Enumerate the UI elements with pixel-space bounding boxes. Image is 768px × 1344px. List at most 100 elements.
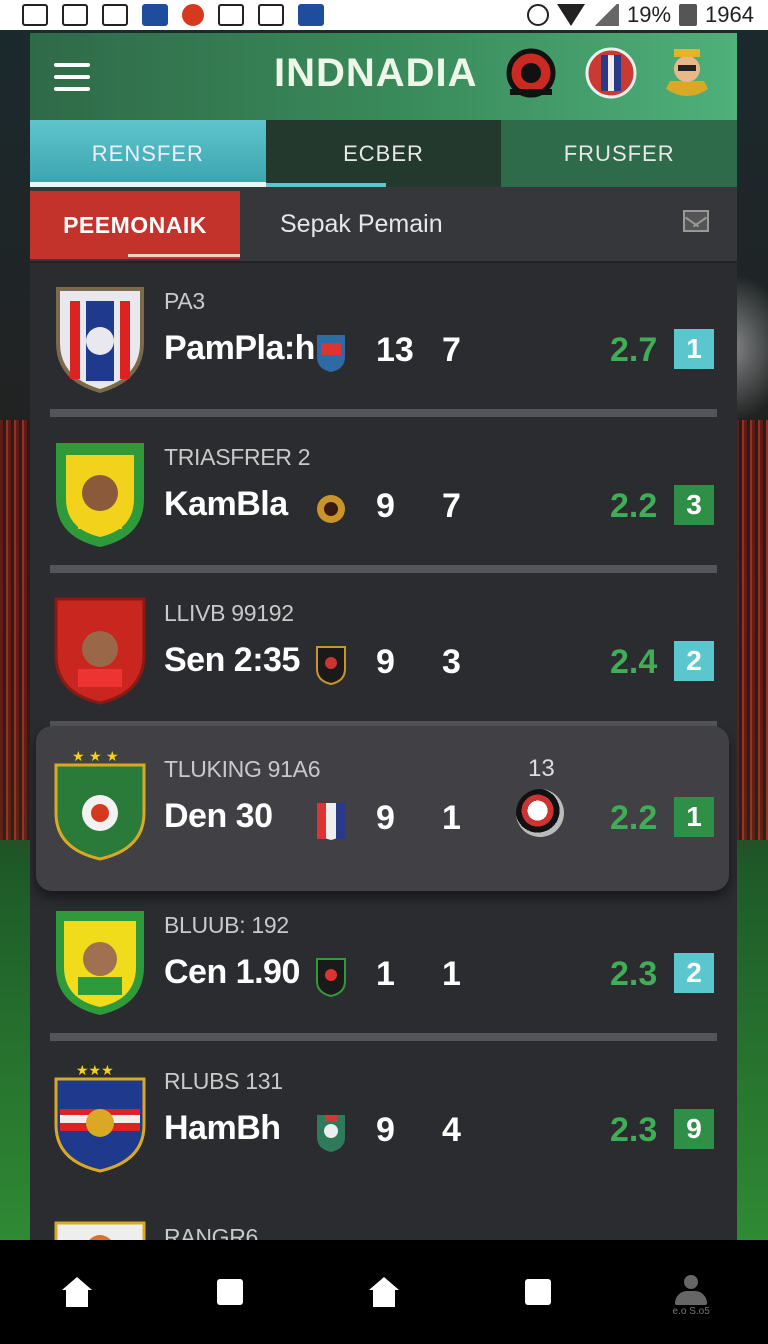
league-label: BLUUB: 192 (164, 912, 289, 938)
team-name: HamBh (164, 1109, 281, 1147)
club-crest-gold-icon[interactable] (660, 45, 714, 101)
square-icon (524, 1279, 551, 1305)
tab-rensfer[interactable]: RENSFER (30, 120, 266, 187)
league-label: RANGR6 (164, 1224, 259, 1240)
inbox-notification-icon (102, 4, 128, 26)
home-icon (368, 1277, 399, 1307)
player-list: PA3 PamPla:h 13 7 2.7 1 TRIASFRER 2 KamB… (30, 263, 737, 1240)
score-home: 1 (376, 955, 395, 993)
signal-icon (593, 4, 619, 26)
clock: 1964 (705, 2, 754, 27)
rank-badge: 9 (674, 1109, 714, 1149)
team-name: PamPla:h (164, 329, 315, 367)
row-divider (50, 409, 717, 417)
rank-badge: 1 (674, 329, 714, 369)
team-name: KamBla (164, 485, 288, 523)
list-item[interactable]: BLUUB: 192 Cen 1.90 1 1 2.3 2 (30, 887, 737, 1043)
tab-ecber[interactable]: ECBER (265, 120, 502, 187)
status-bar: 19% 1964 (0, 0, 768, 30)
score-home: 9 (376, 799, 395, 837)
shield-notification-icon (298, 4, 324, 26)
tab-bar: RENSFER ECBER FRUSFER (30, 120, 737, 187)
opponent-crest-icon (317, 335, 345, 372)
minute-label: 13 (528, 755, 555, 782)
mail-icon[interactable] (683, 210, 709, 232)
team-crest-icon (56, 287, 144, 393)
rating-value: 2.2 (610, 487, 658, 525)
rating-value: 2.4 (610, 643, 658, 681)
score-away: 1 (442, 955, 461, 993)
badge-notification-icon (182, 4, 204, 26)
battery-icon (679, 4, 698, 26)
filter-bar: PEEMONAIK Sepak Pemain (30, 187, 737, 263)
profile-icon (675, 1275, 708, 1309)
league-label: TLUKING 91A6 (164, 756, 321, 782)
rank-badge: 2 (674, 641, 714, 681)
list-item[interactable]: LLIVB 99192 Sen 2:35 9 3 2.4 2 (30, 575, 737, 731)
club-crest-red-icon[interactable] (504, 45, 558, 101)
row-divider (50, 1033, 717, 1041)
list-item[interactable]: ★★★ RLUBS 131 HamBh 9 4 2.3 9 (30, 1043, 737, 1199)
filter-active-button[interactable]: PEEMONAIK (30, 191, 240, 259)
filter-label: Sepak Pemain (280, 209, 443, 238)
score-away: 7 (442, 331, 461, 369)
league-label: RLUBS 131 (164, 1068, 283, 1094)
league-label: TRIASFRER 2 (164, 444, 311, 470)
soccer-ball-icon (516, 789, 564, 837)
nav-item-4[interactable] (461, 1240, 615, 1344)
score-home: 9 (376, 487, 395, 525)
team-crest-icon: ★ ★ ★ (54, 751, 146, 861)
league-label: PA3 (164, 288, 205, 314)
rank-badge: 2 (674, 953, 714, 993)
rating-value: 2.2 (610, 799, 658, 837)
score-away: 7 (442, 487, 461, 525)
nav-item-2[interactable] (154, 1240, 308, 1344)
opponent-crest-icon (317, 495, 345, 523)
image-notification-icon (22, 4, 48, 26)
svg-text:★ ★ ★: ★ ★ ★ (72, 751, 119, 765)
team-crest-icon (56, 443, 144, 547)
home-icon (61, 1277, 92, 1307)
score-away: 1 (442, 799, 461, 837)
rank-badge: 1 (674, 797, 714, 837)
team-name: Sen 2:35 (164, 641, 300, 679)
club-crest-blue-red-icon[interactable] (584, 45, 638, 101)
nav-profile[interactable]: e.o S.o5 (614, 1240, 768, 1344)
wifi-icon (557, 4, 585, 26)
app-title: INDNADIA (274, 51, 478, 95)
league-label: LLIVB 99192 (164, 600, 294, 626)
score-away: 4 (442, 1111, 461, 1149)
rating-value: 2.3 (610, 1111, 658, 1149)
square-icon (217, 1279, 244, 1305)
score-home: 9 (376, 1111, 395, 1149)
profile-caption: e.o S.o5 (672, 1306, 710, 1317)
bottom-navigation: e.o S.o5 (0, 1240, 768, 1344)
app-panel: INDNADIA RENSFER ECBER FRUSFER PEEMONAIK… (30, 33, 737, 1240)
list-item[interactable]: TRIASFRER 2 KamBla 9 7 2.2 3 (30, 419, 737, 575)
nav-home[interactable] (0, 1240, 154, 1344)
team-name: Cen 1.90 (164, 953, 300, 991)
list-item[interactable]: RANGR6 (30, 1199, 737, 1240)
menu-icon[interactable] (54, 62, 90, 91)
opponent-crest-icon (316, 646, 346, 685)
rating-value: 2.3 (610, 955, 658, 993)
list-item[interactable]: PA3 PamPla:h 13 7 2.7 1 (30, 263, 737, 419)
score-home: 13 (376, 331, 414, 369)
team-crest-icon (54, 1221, 146, 1240)
chart-notification-icon (62, 4, 88, 26)
team-crest-icon (56, 911, 144, 1015)
team-crest-icon (54, 597, 146, 705)
rating-value: 2.7 (610, 331, 658, 369)
list-item-highlighted[interactable]: ★ ★ ★ TLUKING 91A6 Den 30 9 1 13 2.2 1 (30, 726, 737, 891)
team-name: Den 30 (164, 797, 273, 835)
rank-badge: 3 (674, 485, 714, 525)
score-home: 9 (376, 643, 395, 681)
opponent-crest-icon (316, 958, 346, 997)
nav-home-center[interactable] (307, 1240, 461, 1344)
opponent-crest-icon (317, 1115, 345, 1152)
tab-frusfer[interactable]: FRUSFER (501, 120, 737, 187)
notification-icons (22, 4, 324, 26)
score-away: 3 (442, 643, 461, 681)
svg-text:★★★: ★★★ (76, 1063, 114, 1079)
opponent-crest-icon (317, 803, 345, 840)
